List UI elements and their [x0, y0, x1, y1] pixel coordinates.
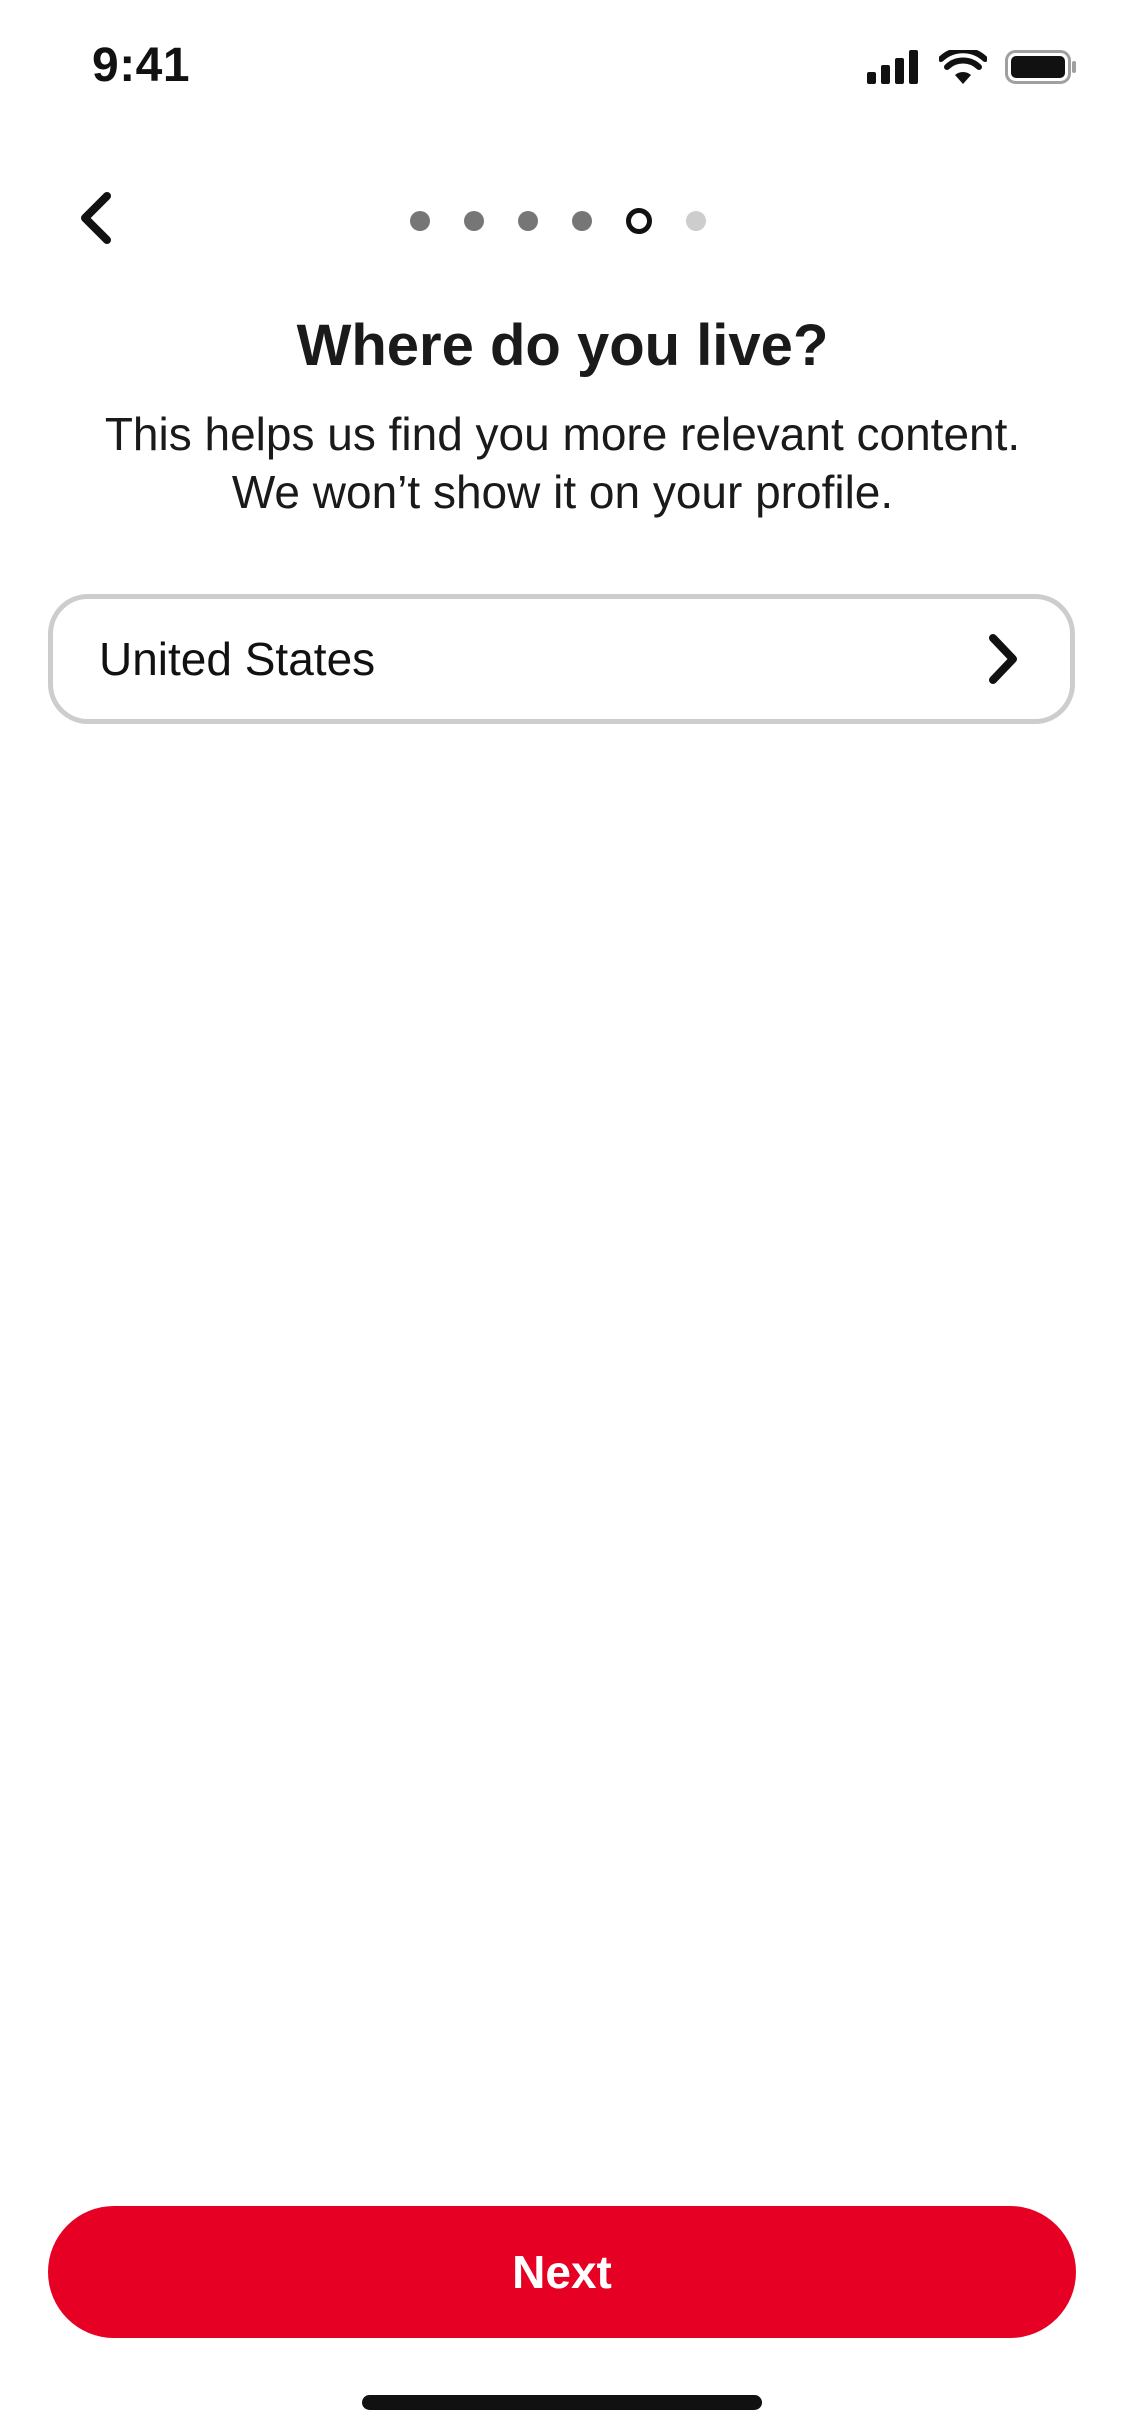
page-subtitle: This helps us find you more relevant con…: [40, 405, 1085, 521]
page-title: Where do you live?: [296, 313, 829, 378]
battery-icon: [1005, 50, 1077, 84]
progress-dot-2: [464, 211, 484, 231]
next-button[interactable]: Next: [48, 2206, 1076, 2338]
home-indicator: [362, 2395, 762, 2410]
status-bar: 9:41: [0, 0, 1125, 140]
country-value: United States: [99, 633, 376, 685]
subtitle-line-2: We won’t show it on your profile.: [231, 466, 894, 518]
status-icons: [867, 50, 1077, 84]
country-selector[interactable]: United States: [48, 594, 1075, 724]
status-time: 9:41: [92, 39, 191, 92]
cellular-signal-icon: [867, 50, 921, 84]
progress-dot-3: [518, 211, 538, 231]
chevron-left-icon: [75, 190, 115, 251]
progress-dot-6: [686, 211, 706, 231]
back-button[interactable]: [55, 180, 135, 260]
chevron-right-icon: [981, 629, 1025, 689]
progress-dot-1: [410, 211, 430, 231]
progress-dot-4: [572, 211, 592, 231]
progress-dot-5-current: [626, 208, 652, 234]
wifi-icon: [939, 50, 987, 84]
subtitle-line-1: This helps us find you more relevant con…: [104, 408, 1021, 460]
progress-indicator: [410, 208, 706, 234]
